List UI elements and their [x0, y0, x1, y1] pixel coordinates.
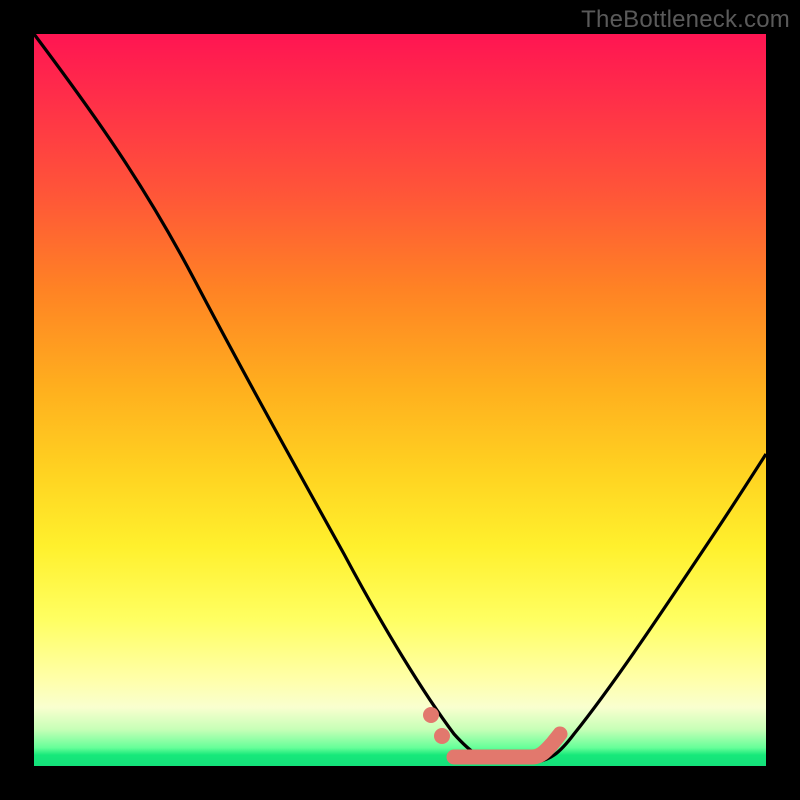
highlight-segment	[454, 734, 560, 757]
highlight-dot-1	[423, 707, 439, 723]
highlight-dot-2	[434, 728, 450, 744]
bottleneck-curve	[34, 34, 766, 766]
watermark-text: TheBottleneck.com	[581, 6, 790, 34]
plot-area	[34, 34, 766, 766]
chart-frame: TheBottleneck.com	[0, 0, 800, 800]
curve-path	[34, 34, 766, 762]
